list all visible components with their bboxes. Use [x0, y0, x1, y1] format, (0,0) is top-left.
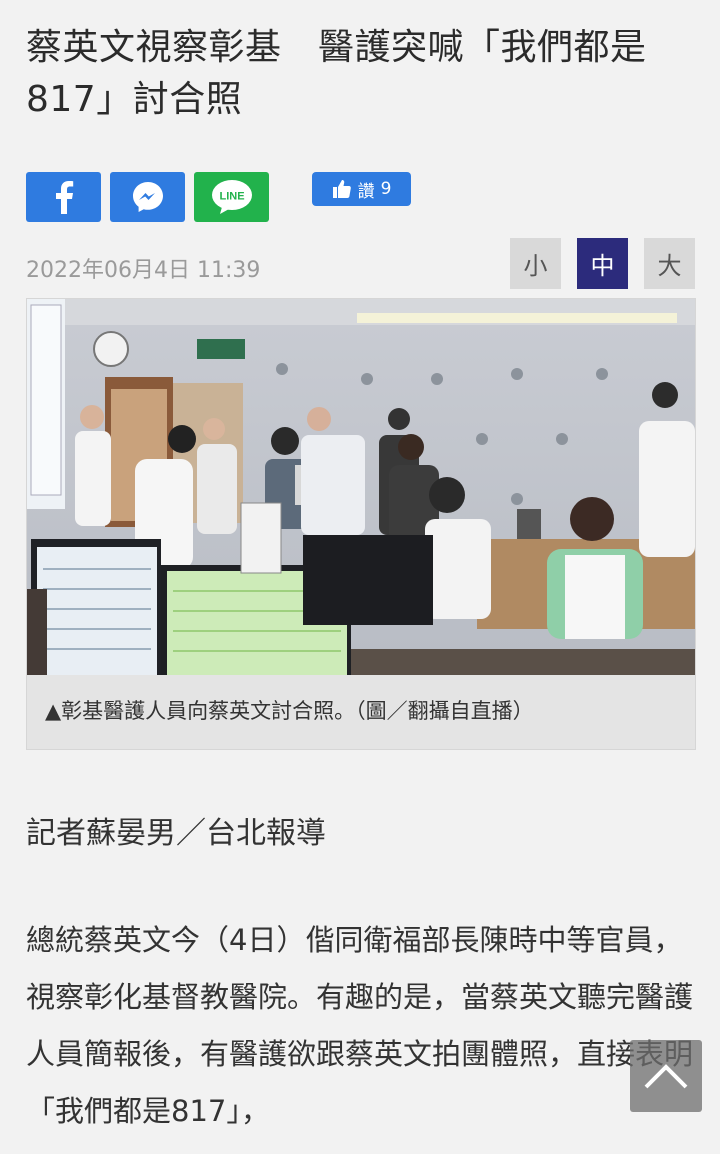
font-size-small-button[interactable]: 小	[510, 238, 561, 289]
photo-caption: ▲彰基醫護人員向蔡英文討合照。（圖／翻攝自直播）	[45, 699, 534, 723]
like-button[interactable]: 讚 9	[312, 172, 411, 206]
font-size-large-button[interactable]: 大	[644, 238, 695, 289]
article-body: 總統蔡英文今（4日）偕同衛福部長陳時中等官員，視察彰化基督教醫院。有趣的是，當蔡…	[26, 923, 694, 1128]
line-share-button[interactable]: LINE	[194, 172, 269, 222]
like-label: 讚	[357, 181, 375, 202]
messenger-icon	[132, 182, 163, 212]
share-bar: LINE 讚 9	[26, 172, 696, 222]
article-photo[interactable]	[27, 299, 695, 675]
font-size-medium-button[interactable]: 中	[577, 238, 628, 289]
line-icon: LINE	[211, 180, 252, 214]
scroll-to-top-button[interactable]	[630, 1040, 702, 1112]
chevron-up-icon	[644, 1064, 688, 1089]
thumbs-up-icon	[332, 180, 351, 198]
like-count: 9	[380, 179, 392, 199]
line-label: LINE	[219, 191, 244, 203]
article-byline: 記者蘇晏男／台北報導	[26, 816, 326, 851]
article-figure: ▲彰基醫護人員向蔡英文討合照。（圖／翻攝自直播）	[26, 298, 696, 750]
facebook-share-button[interactable]	[26, 172, 101, 222]
publish-date: 2022年06月4日 11:39	[26, 258, 261, 283]
messenger-share-button[interactable]	[110, 172, 185, 222]
facebook-icon	[55, 181, 73, 214]
article-title: 蔡英文視察彰基 醫護突喊「我們都是817」討合照	[26, 27, 647, 120]
article-meta: 2022年06月4日 11:39 小 中 大	[26, 238, 696, 290]
